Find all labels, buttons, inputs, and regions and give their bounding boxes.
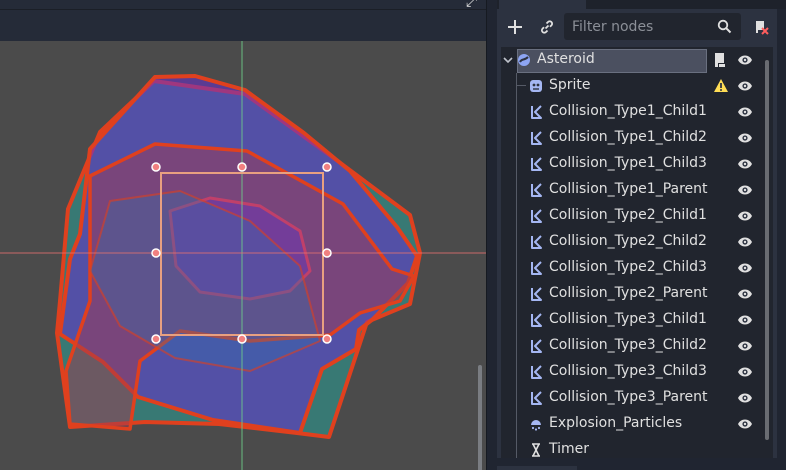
tree-item-collision-type2-child3[interactable]: Collision_Type2_Child3 [501,255,763,281]
dock-edge [777,9,786,470]
tree-item-collision-type1-child2[interactable]: Collision_Type1_Child2 [501,125,763,151]
visibility-eye-icon[interactable] [737,262,753,274]
tree-item-collision-type1-parent[interactable]: Collision_Type1_Parent [501,177,763,203]
tree-item-label: Collision_Type1_Child1 [549,103,707,119]
timer-icon [532,443,540,457]
tab-scene[interactable] [499,0,586,9]
collision-polygon-icon [531,235,542,249]
tree-item-label: Collision_Type3_Parent [549,389,708,405]
tree-item-collision-type3-child2[interactable]: Collision_Type3_Child2 [501,333,763,359]
tree-item-label: Collision_Type2_Child2 [549,233,707,249]
scene-tree: Asteroid Sprite Collision_Type1_Child1 C… [501,47,773,460]
tree-item-label: Collision_Type2_Child3 [549,259,707,275]
tree-item-label: Collision_Type2_Child1 [549,207,707,223]
script-remove-icon [756,21,769,35]
tree-item-collision-type3-child3[interactable]: Collision_Type3_Child3 [501,359,763,385]
sprite-icon [530,80,542,92]
dock-splitter[interactable] [486,0,497,470]
tree-item-label: Collision_Type1_Child2 [549,129,707,145]
visibility-eye-icon[interactable] [737,80,753,92]
dock-bottom-bar [497,458,786,470]
collision-polygon-icon [531,287,542,301]
collision-polygon-icon [531,105,542,119]
tree-item-asteroid[interactable]: Asteroid [501,47,763,73]
visibility-eye-icon[interactable] [737,392,753,404]
search-icon[interactable] [717,19,732,34]
resize-handle [151,162,161,172]
instance-scene-button[interactable] [534,17,560,37]
scene-canvas[interactable] [0,41,486,470]
tree-item-collision-type2-child2[interactable]: Collision_Type2_Child2 [501,229,763,255]
canvas-viewport[interactable] [0,41,486,470]
attach-script-button[interactable] [748,17,774,37]
resize-handle [322,248,332,258]
tree-item-label: Collision_Type1_Child3 [549,155,707,171]
visibility-eye-icon[interactable] [737,132,753,144]
chevron-down-icon[interactable] [503,55,513,65]
visibility-eye-icon[interactable] [737,366,753,378]
tree-item-collision-type3-child1[interactable]: Collision_Type3_Child1 [501,307,763,333]
collision-polygon-icon [531,391,542,405]
tree-item-label: Collision_Type3_Child2 [549,337,707,353]
viewport-scrollbar[interactable] [478,365,482,470]
resize-handle [151,334,161,344]
filter-nodes-input[interactable] [572,13,722,40]
visibility-eye-icon[interactable] [737,158,753,170]
link-icon [541,20,553,34]
tree-item-collision-type2-child1[interactable]: Collision_Type2_Child1 [501,203,763,229]
tree-item-label: Collision_Type2_Parent [549,285,708,301]
collision-polygon-icon [531,339,542,353]
node2d-icon [518,54,530,66]
visibility-eye-icon[interactable] [737,340,753,352]
add-node-button[interactable] [502,17,528,37]
resize-handle [237,334,247,344]
collision-polygon-icon [531,209,542,223]
resize-handle [151,248,161,258]
resize-handle [237,162,247,172]
toolbar-separator [0,9,486,10]
tree-item-collision-type1-child1[interactable]: Collision_Type1_Child1 [501,99,763,125]
plus-icon [508,20,522,34]
tree-item-collision-type3-parent[interactable]: Collision_Type3_Parent [501,385,763,411]
collision-polygon-icon [531,183,542,197]
visibility-eye-icon[interactable] [737,314,753,326]
visibility-eye-icon[interactable] [737,54,753,66]
visibility-eye-icon[interactable] [737,288,753,300]
tree-item-explosion-particles[interactable]: Explosion_Particles [501,411,763,437]
tree-scrollbar[interactable] [765,60,769,440]
expand-icon[interactable]: ⤢ [466,0,477,10]
tree-item-label: Collision_Type1_Parent [549,181,708,197]
tree-item-label: Sprite [549,77,591,93]
filter-nodes-field[interactable] [564,13,741,40]
collision-polygon-icon [531,313,542,327]
collision-polygon-icon [531,131,542,145]
tree-item-label: Asteroid [537,51,595,67]
visibility-eye-icon[interactable] [737,236,753,248]
particles-icon [531,420,541,431]
visibility-eye-icon[interactable] [737,184,753,196]
dock-tabstrip [497,0,786,9]
tree-item-label: Collision_Type3_Child1 [549,311,707,327]
tree-item-sprite[interactable]: Sprite [501,73,763,99]
scene-dock: Asteroid Sprite Collision_T [497,9,777,470]
collision-polygon-icon [531,365,542,379]
tree-item-label: Explosion_Particles [549,415,683,431]
collision-polygon-icon [531,261,542,275]
tree-item-label: Timer [549,441,590,457]
tree-item-collision-type1-child3[interactable]: Collision_Type1_Child3 [501,151,763,177]
visibility-eye-icon[interactable] [737,418,753,430]
tree-item-collision-type2-parent[interactable]: Collision_Type2_Parent [501,281,763,307]
warning-icon[interactable] [713,78,729,93]
tree-item-timer[interactable]: Timer [501,437,763,460]
tab-import[interactable] [497,466,577,470]
resize-handle [322,334,332,344]
viewport-toolbar: ⤢ [0,0,486,41]
visibility-eye-icon[interactable] [737,210,753,222]
visibility-eye-icon[interactable] [737,106,753,118]
resize-handle [322,162,332,172]
collision-polygon-icon [531,157,542,171]
tree-guide-branch [516,85,526,86]
tree-item-label: Collision_Type3_Child3 [549,363,707,379]
script-icon[interactable] [713,52,727,68]
